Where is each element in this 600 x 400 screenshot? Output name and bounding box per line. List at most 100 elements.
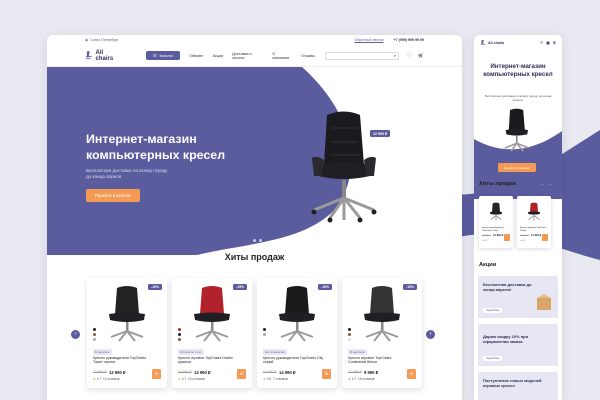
add-to-cart-button[interactable]: ⊕ — [407, 369, 416, 379]
product-card[interactable]: -10% В наличии Кресло игровое TopChairs … — [342, 278, 422, 388]
city-selector[interactable]: ◉ Санкт-Петербург — [85, 38, 118, 42]
catalog-label: Каталог — [159, 53, 174, 58]
color-swatch[interactable] — [93, 328, 96, 331]
review-count[interactable]: 12 отзывов — [103, 377, 119, 381]
star-icon: ★ — [178, 377, 181, 381]
add-to-cart-button[interactable]: ⊕ — [237, 369, 246, 379]
logo-text: All chairs — [95, 49, 114, 62]
stock-badge: В наличии — [93, 349, 112, 355]
add-to-cart-button[interactable] — [504, 234, 510, 241]
product-card[interactable]: -10% Нет в наличии Кресло руководителя T… — [257, 278, 337, 388]
search-icon[interactable]: ⌕ — [394, 53, 396, 58]
nav-item-sales[interactable]: Акции — [213, 54, 224, 58]
color-swatch[interactable] — [178, 333, 181, 336]
nav-item-gaming[interactable]: Гейминг — [189, 54, 203, 58]
phone-number[interactable]: +7 (999) 999 99 99 — [394, 38, 424, 42]
product-card[interactable]: -15% Осталось: 2 шт. Кресло игровое TopC… — [172, 278, 252, 388]
slider-dot[interactable] — [253, 239, 256, 242]
mobile-hero-title: Интернет-магазин компьютерных кресел — [483, 63, 553, 78]
review-count[interactable]: 10 отзывов — [188, 377, 204, 381]
mobile-hero-subtitle: Бесплатная доставка по всему городу до к… — [484, 94, 552, 102]
product-price: 14 990 ₽ — [194, 369, 211, 375]
product-name[interactable]: Кресло руководителя TopChairs City серый — [263, 356, 325, 365]
promo-more-button[interactable]: Подробнее — [483, 356, 503, 361]
rating-value: 4.7 — [181, 377, 187, 381]
rating: ★ 4.7 12 отзывов — [93, 377, 119, 381]
color-swatch[interactable] — [93, 338, 96, 341]
main-nav: All chairs ☰ Каталог Гейминг Акции Доста… — [47, 45, 462, 67]
carousel-next-button[interactable]: › — [426, 330, 435, 339]
star-icon: ★ — [348, 377, 351, 381]
hero-cta-button[interactable]: Перейти в каталог — [86, 189, 140, 202]
mobile-prev-button[interactable]: ‹ — [540, 182, 545, 187]
product-price: 12 990 ₽ — [109, 369, 126, 375]
color-swatch[interactable] — [263, 333, 266, 336]
stock-badge: Осталось: 2 шт. — [178, 349, 204, 355]
hero-chair-image — [311, 111, 377, 223]
callback-link[interactable]: Обратный звонок — [354, 38, 383, 42]
product-name[interactable]: Кресло руководителя TopChairs Tower — [482, 227, 510, 233]
search-input[interactable] — [325, 53, 394, 58]
carousel-prev-button[interactable]: ‹ — [71, 330, 80, 339]
slider-dot[interactable] — [247, 239, 250, 242]
promo-card[interactable]: Бесплатная доставка до конца апреля! Под… — [478, 276, 558, 318]
add-to-cart-button[interactable] — [542, 234, 548, 241]
hero-banner: Интернет-магазин компьютерных кресел Бес… — [47, 67, 462, 255]
heart-icon[interactable]: ♡ — [407, 53, 411, 59]
nav-item-about[interactable]: О компании — [272, 52, 292, 60]
mobile-logo-text[interactable]: All chairs — [488, 41, 504, 45]
color-swatch[interactable] — [348, 338, 351, 341]
nav-item-reviews[interactable]: Отзывы — [301, 54, 315, 58]
rating: ★ 4.7 — [520, 239, 526, 242]
product-name[interactable]: Кресло игровое TopChairs Diablo красное — [178, 356, 240, 365]
rating: ★ 4.7 10 отзывов — [178, 377, 204, 381]
stock-badge: Нет в наличии — [263, 349, 288, 355]
promo-card[interactable]: Поступление новых моделей игровых кресел — [478, 372, 558, 400]
heart-icon[interactable]: ♡ — [540, 41, 543, 45]
promo-card[interactable]: Дарим скидку 10% при оформлении заказа П… — [478, 324, 558, 366]
add-to-cart-button[interactable]: ⊕ — [152, 369, 161, 379]
mobile-product-card[interactable]: Кресло игровое TopChairs Diablo 18 990 ₽… — [517, 196, 551, 248]
search-box[interactable]: ⌕ — [324, 51, 400, 60]
hero-subtitle: Бесплатная доставка по всему городу до к… — [86, 168, 168, 179]
color-swatch[interactable] — [263, 328, 266, 331]
city-label: Санкт-Петербург — [90, 38, 119, 42]
promo-text: Поступление новых моделей игровых кресел — [483, 378, 542, 388]
color-swatch[interactable] — [348, 328, 351, 331]
menu-icon[interactable]: ☰ — [553, 41, 556, 45]
product-image — [194, 286, 230, 342]
desktop-frame: ◉ Санкт-Петербург Обратный звонок +7 (99… — [47, 35, 462, 400]
promo-text: Бесплатная доставка до конца апреля! — [483, 282, 532, 292]
product-name[interactable]: Кресло руководителя TopChairs Tower черн… — [93, 356, 155, 365]
slider-dot[interactable] — [259, 239, 262, 242]
catalog-button[interactable]: ☰ Каталог — [146, 51, 181, 60]
rating-value: 4.7 — [351, 377, 357, 381]
product-price: 14 990 ₽ — [531, 234, 542, 237]
product-card[interactable]: -10% В наличии Кресло руководителя TopCh… — [87, 278, 167, 388]
review-count[interactable]: 15 отзывов — [358, 377, 374, 381]
logo[interactable]: All chairs — [85, 50, 121, 62]
review-count[interactable]: 7 отзывов — [273, 377, 288, 381]
mobile-hero-chair-image — [504, 108, 530, 152]
color-swatch[interactable] — [178, 338, 181, 341]
cart-icon[interactable]: ▣ — [546, 41, 549, 45]
add-to-cart-button[interactable]: ⊕ — [322, 369, 331, 379]
rating-value: 4.7 — [522, 240, 526, 242]
nav-item-delivery[interactable]: Доставка и оплата — [232, 52, 263, 60]
mobile-product-card[interactable]: Кресло руководителя TopChairs Tower 13 9… — [479, 196, 513, 248]
rating-value: 4.9 — [266, 377, 272, 381]
product-name[interactable]: Кресло игровое TopChairs Continental бел… — [348, 356, 410, 365]
product-name[interactable]: Кресло игровое TopChairs Diablo — [520, 227, 548, 233]
menu-icon: ☰ — [153, 54, 157, 58]
mobile-cta-button[interactable]: Перейти в каталог — [498, 163, 536, 172]
product-image — [490, 202, 502, 221]
color-swatch[interactable] — [348, 333, 351, 336]
color-swatch[interactable] — [178, 328, 181, 331]
color-swatch[interactable] — [93, 333, 96, 336]
promo-more-button[interactable]: Подробнее — [483, 308, 503, 313]
slider-dots — [247, 239, 262, 242]
mobile-next-button[interactable]: › — [548, 182, 553, 187]
star-icon: ★ — [263, 377, 266, 381]
old-price: 13 990 ₽ — [482, 235, 491, 237]
cart-icon[interactable]: 🛒︎ — [418, 53, 424, 59]
